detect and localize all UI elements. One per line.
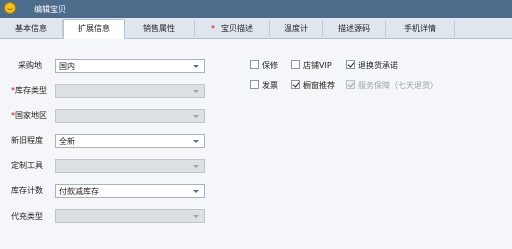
- service-guarantee-checkbox: [346, 80, 355, 89]
- dropdown-arrow-icon: [193, 140, 199, 143]
- return-promise-label: 退换货承诺: [358, 61, 398, 70]
- shop-vip-checkbox[interactable]: [291, 60, 300, 69]
- tab-label: 温度计: [284, 24, 308, 33]
- tab-label: 手机详情: [404, 24, 436, 33]
- tab-sales-attributes[interactable]: 销售属性: [124, 20, 195, 37]
- origin-value: 国内: [59, 62, 75, 71]
- custom-tool-label: 定制工具: [11, 161, 43, 170]
- stock-type-select[interactable]: [55, 84, 205, 98]
- country-select[interactable]: [55, 109, 205, 123]
- tab-thermometer[interactable]: 温度计: [270, 20, 323, 37]
- tab-label: 宝贝描述: [221, 24, 253, 33]
- invoice-checkbox[interactable]: [250, 80, 259, 89]
- return-promise-checkbox[interactable]: [346, 60, 355, 69]
- tab-description-source[interactable]: 描述源码: [323, 20, 386, 37]
- invoice-label: 发票: [262, 81, 278, 90]
- origin-label: 采购地: [18, 61, 42, 70]
- origin-select[interactable]: 国内: [55, 59, 205, 73]
- country-label: *国家地区: [11, 110, 47, 121]
- title-bar: 编辑宝贝: [0, 0, 512, 18]
- required-star: *: [211, 24, 215, 33]
- tab-item-description[interactable]: * 宝贝描述: [195, 20, 270, 37]
- custom-tool-select[interactable]: [55, 159, 205, 173]
- stock-count-select[interactable]: 付款减库存: [55, 184, 205, 198]
- stock-type-label-text: 库存类型: [15, 86, 47, 95]
- tab-label: 扩展信息: [78, 24, 110, 33]
- stock-count-value: 付款减库存: [59, 187, 99, 196]
- showcase-label: 橱窗推荐: [303, 81, 335, 90]
- warranty-label: 保修: [262, 61, 278, 70]
- dropdown-arrow-icon: [193, 90, 199, 93]
- dropdown-arrow-icon: [193, 165, 199, 168]
- tab-label: 基本信息: [15, 24, 47, 33]
- stock-type-label: *库存类型: [11, 85, 47, 96]
- country-label-text: 国家地区: [15, 111, 47, 120]
- tab-bar: 基本信息 扩展信息 销售属性 * 宝贝描述 温度计 描述源码 手机详情: [0, 18, 512, 39]
- tab-mobile-details[interactable]: 手机详情: [386, 20, 455, 37]
- dropdown-arrow-icon: [193, 65, 199, 68]
- app-logo-icon: [4, 2, 16, 14]
- condition-select[interactable]: 全新: [55, 134, 205, 148]
- agent-type-select[interactable]: [55, 209, 205, 223]
- dropdown-arrow-icon: [193, 115, 199, 118]
- service-guarantee-label: 服务保障（七天退货）: [358, 81, 438, 90]
- condition-label: 新旧程度: [11, 136, 43, 145]
- dropdown-arrow-icon: [193, 215, 199, 218]
- window-title: 编辑宝贝: [34, 5, 66, 14]
- condition-value: 全新: [59, 137, 75, 146]
- tab-label: 描述源码: [338, 24, 370, 33]
- stock-count-label: 库存计数: [11, 186, 43, 195]
- tab-label: 销售属性: [143, 24, 175, 33]
- dropdown-arrow-icon: [193, 190, 199, 193]
- extended-info-panel: 采购地 国内 *库存类型 *国家地区 新旧程度 全新 定制工具 库存计数 付款减…: [0, 39, 512, 249]
- warranty-checkbox[interactable]: [250, 60, 259, 69]
- tab-basic-info[interactable]: 基本信息: [0, 20, 63, 37]
- tab-extended-info[interactable]: 扩展信息: [63, 19, 125, 39]
- agent-type-label: 代充类型: [11, 212, 43, 221]
- showcase-checkbox[interactable]: [291, 80, 300, 89]
- shop-vip-label: 店铺VIP: [303, 61, 332, 70]
